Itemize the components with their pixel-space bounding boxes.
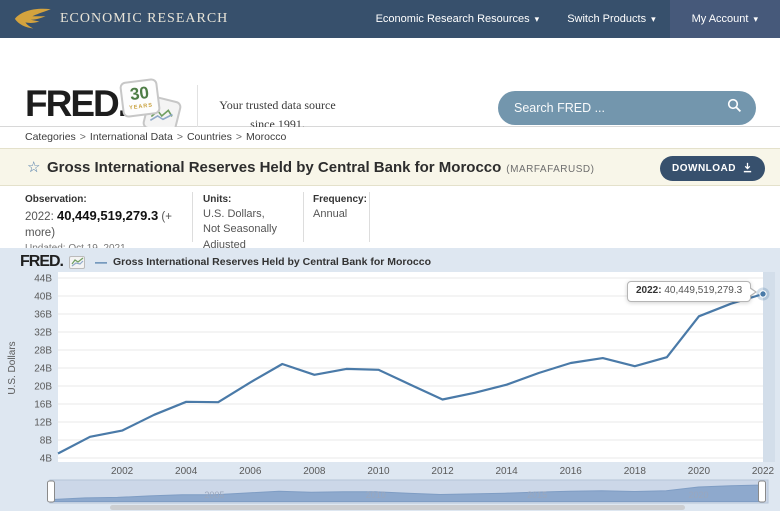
y-tick-label: 8B [40, 436, 53, 447]
frequency-block: Frequency: Annual [313, 194, 361, 222]
x-tick-label: 2010 [367, 466, 390, 477]
menu-economic-research-resources[interactable]: Economic Research Resources ▾ [362, 0, 554, 38]
series-ticker: (MARFAFARUSD) [506, 164, 594, 175]
download-button[interactable]: DOWNLOAD [660, 156, 765, 181]
breadcrumb-international-data[interactable]: International Data [90, 131, 173, 143]
y-tick-label: 28B [34, 346, 52, 357]
breadcrumb: Categories>International Data>Countries>… [0, 127, 780, 148]
slider-handle-right[interactable] [759, 481, 766, 502]
30-years-badge: 30 YEARS [119, 78, 161, 118]
fred-logo[interactable]: FRED. [25, 85, 126, 122]
x-tick-label: 2008 [303, 466, 326, 477]
menu-my-account[interactable]: My Account ▾ [670, 0, 780, 38]
search-input[interactable] [514, 101, 727, 115]
y-axis: 4B 8B 12B 16B 20B 24B 28B 32B 36B 40B 44B [34, 274, 52, 465]
legend-line-swatch: — [95, 255, 107, 269]
legend-series-label: Gross International Reserves Held by Cen… [113, 256, 431, 268]
breadcrumb-countries[interactable]: Countries [187, 131, 232, 143]
series-meta-row: Observation: 2022: 40,449,519,279.3 (+ m… [0, 186, 780, 248]
units-block: Units: U.S. Dollars, Not Seasonally Adju… [203, 194, 295, 253]
observation-value: 2022: 40,449,519,279.3 (+ more) [25, 207, 183, 241]
breadcrumb-categories[interactable]: Categories [25, 131, 76, 143]
data-point-tooltip: 2022: 40,449,519,279.3 [627, 281, 751, 302]
y-tick-label: 12B [34, 418, 52, 429]
slider-handle-left[interactable] [48, 481, 55, 502]
range-slider[interactable]: 2005 2010 2015 2020 [48, 480, 769, 503]
x-tick-label: 2022 [752, 466, 775, 477]
data-point-dot[interactable] [760, 291, 766, 297]
page-title: Gross International Reserves Held by Cen… [47, 159, 594, 176]
chevron-down-icon: ▾ [753, 14, 758, 25]
horizontal-scrollbar[interactable] [110, 505, 685, 510]
y-tick-label: 16B [34, 400, 52, 411]
chevron-down-icon: ▾ [535, 14, 540, 25]
y-tick-label: 4B [40, 454, 53, 465]
brand-title: ECONOMIC RESEARCH [60, 11, 228, 27]
y-tick-label: 20B [34, 382, 52, 393]
topbar: ECONOMIC RESEARCH Economic Research Reso… [0, 0, 780, 38]
fred-watermark: FRED. [20, 253, 63, 271]
fred-series-page: ECONOMIC RESEARCH Economic Research Reso… [0, 0, 780, 511]
meta-divider [303, 192, 304, 242]
y-tick-label: 40B [34, 292, 52, 303]
meta-divider [192, 192, 193, 242]
fed-eagle-icon [14, 5, 56, 36]
x-tick-label: 2020 [688, 466, 711, 477]
x-tick-label: 2016 [560, 466, 583, 477]
y-tick-label: 32B [34, 328, 52, 339]
menu-switch-products[interactable]: Switch Products ▾ [553, 0, 669, 38]
x-tick-label: 2004 [175, 466, 198, 477]
x-tick-label: 2014 [496, 466, 519, 477]
chart-legend: FRED. — Gross International Reserves Hel… [20, 253, 431, 271]
x-tick-label: 2012 [431, 466, 454, 477]
search-bar[interactable] [498, 91, 756, 125]
download-icon [742, 162, 753, 176]
x-tick-label: 2006 [239, 466, 262, 477]
observation-block: Observation: 2022: 40,449,519,279.3 (+ m… [25, 194, 183, 254]
site-header: FRED. 30 YEARS ECONOMIC DATA| SINCE 1991… [0, 38, 780, 127]
chevron-down-icon: ▾ [651, 14, 656, 25]
slider-year-label: 2010 [366, 490, 386, 500]
search-icon[interactable] [727, 98, 742, 118]
plot-right-margin [763, 272, 775, 462]
breadcrumb-morocco[interactable]: Morocco [246, 131, 286, 143]
y-tick-label: 24B [34, 364, 52, 375]
meta-divider [369, 192, 370, 242]
x-tick-label: 2002 [111, 466, 134, 477]
slider-year-label: 2020 [688, 490, 708, 500]
y-axis-title: U.S. Dollars [7, 341, 18, 394]
favorite-star-icon[interactable]: ☆ [27, 158, 40, 176]
slider-year-label: 2005 [204, 490, 224, 500]
series-title-bar: ☆ Gross International Reserves Held by C… [0, 148, 780, 186]
y-tick-label: 44B [34, 274, 52, 285]
y-tick-label: 36B [34, 310, 52, 321]
chart-section: FRED. — Gross International Reserves Hel… [0, 248, 780, 511]
x-tick-label: 2018 [624, 466, 647, 477]
x-axis: 2002 2004 2006 2008 2010 2012 2014 2016 2018 2020… [111, 466, 775, 477]
mini-chart-icon [69, 256, 85, 269]
slider-year-label: 2015 [527, 490, 547, 500]
